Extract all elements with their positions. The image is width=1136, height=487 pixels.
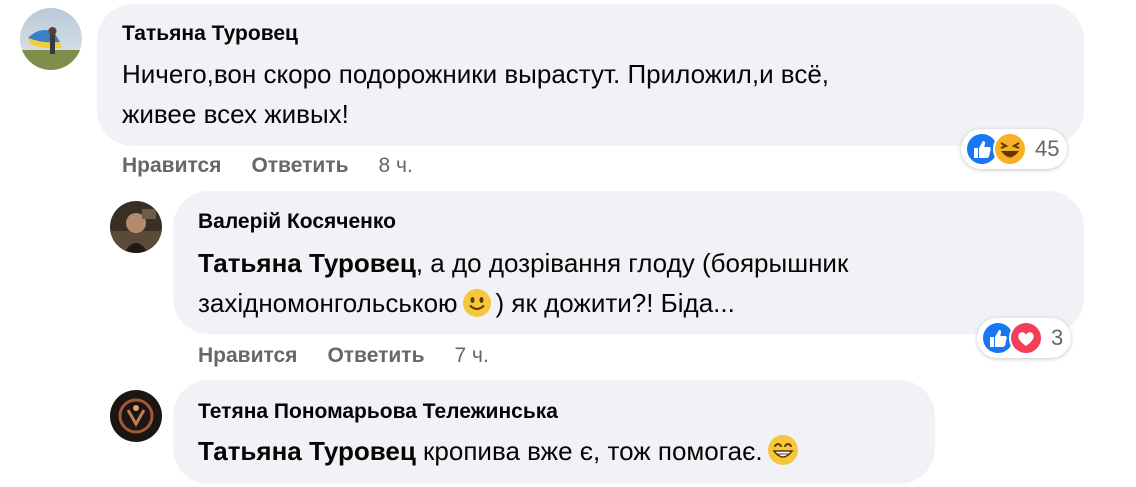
comment-author[interactable]: Валерій Косяченко — [198, 210, 396, 234]
like-button[interactable]: Нравится — [122, 154, 221, 177]
reply-button[interactable]: Ответить — [327, 344, 424, 367]
reply-button[interactable]: Ответить — [251, 154, 348, 177]
comment-text-segment: ) як дожити?! Біда... — [495, 288, 735, 318]
comment-timestamp[interactable]: 7 ч. — [454, 344, 488, 367]
mention-link[interactable]: Татьяна Туровец — [198, 436, 416, 466]
comment-timestamp[interactable]: 8 ч. — [378, 154, 412, 177]
reaction-summary[interactable]: 45 — [961, 129, 1068, 169]
comment-text-segment: , а до дозрівання глоду (боярышник — [415, 248, 849, 278]
haha-icon — [993, 132, 1027, 166]
comment-text-segment: західномонгольською — [198, 288, 458, 318]
comment-actions: Нравится Ответить 8 ч. — [122, 154, 413, 178]
comment-actions: Нравится Ответить 7 ч. — [198, 344, 489, 368]
mention-link[interactable]: Татьяна Туровец — [198, 248, 416, 278]
grinning-face-icon — [767, 434, 799, 477]
comment-text-line: Ничего,вон скоро подорожники вырастут. П… — [122, 59, 830, 89]
love-icon — [1009, 321, 1043, 355]
comment-text: Татьяна Туровец, а до дозрівання глоду (… — [198, 243, 848, 329]
avatar[interactable] — [110, 201, 162, 253]
reaction-count: 3 — [1051, 325, 1064, 350]
comment-author[interactable]: Тетяна Пономарьова Тележинська — [198, 400, 558, 424]
like-button[interactable]: Нравится — [198, 344, 297, 367]
comment-text-line: живее всех живых! — [122, 99, 349, 129]
avatar[interactable] — [20, 8, 82, 70]
comment-text-segment: кропива вже є, тож помогає. — [415, 436, 763, 466]
slightly-smiling-face-icon — [462, 288, 492, 329]
avatar[interactable] — [110, 390, 162, 442]
reaction-summary[interactable]: 3 — [977, 318, 1072, 358]
comment-text: Ничего,вон скоро подорожники вырастут. П… — [122, 54, 829, 134]
comment-text: Татьяна Туровец кропива вже є, тож помог… — [198, 431, 803, 477]
comment-author[interactable]: Татьяна Туровец — [122, 22, 298, 46]
reaction-count: 45 — [1035, 136, 1060, 161]
